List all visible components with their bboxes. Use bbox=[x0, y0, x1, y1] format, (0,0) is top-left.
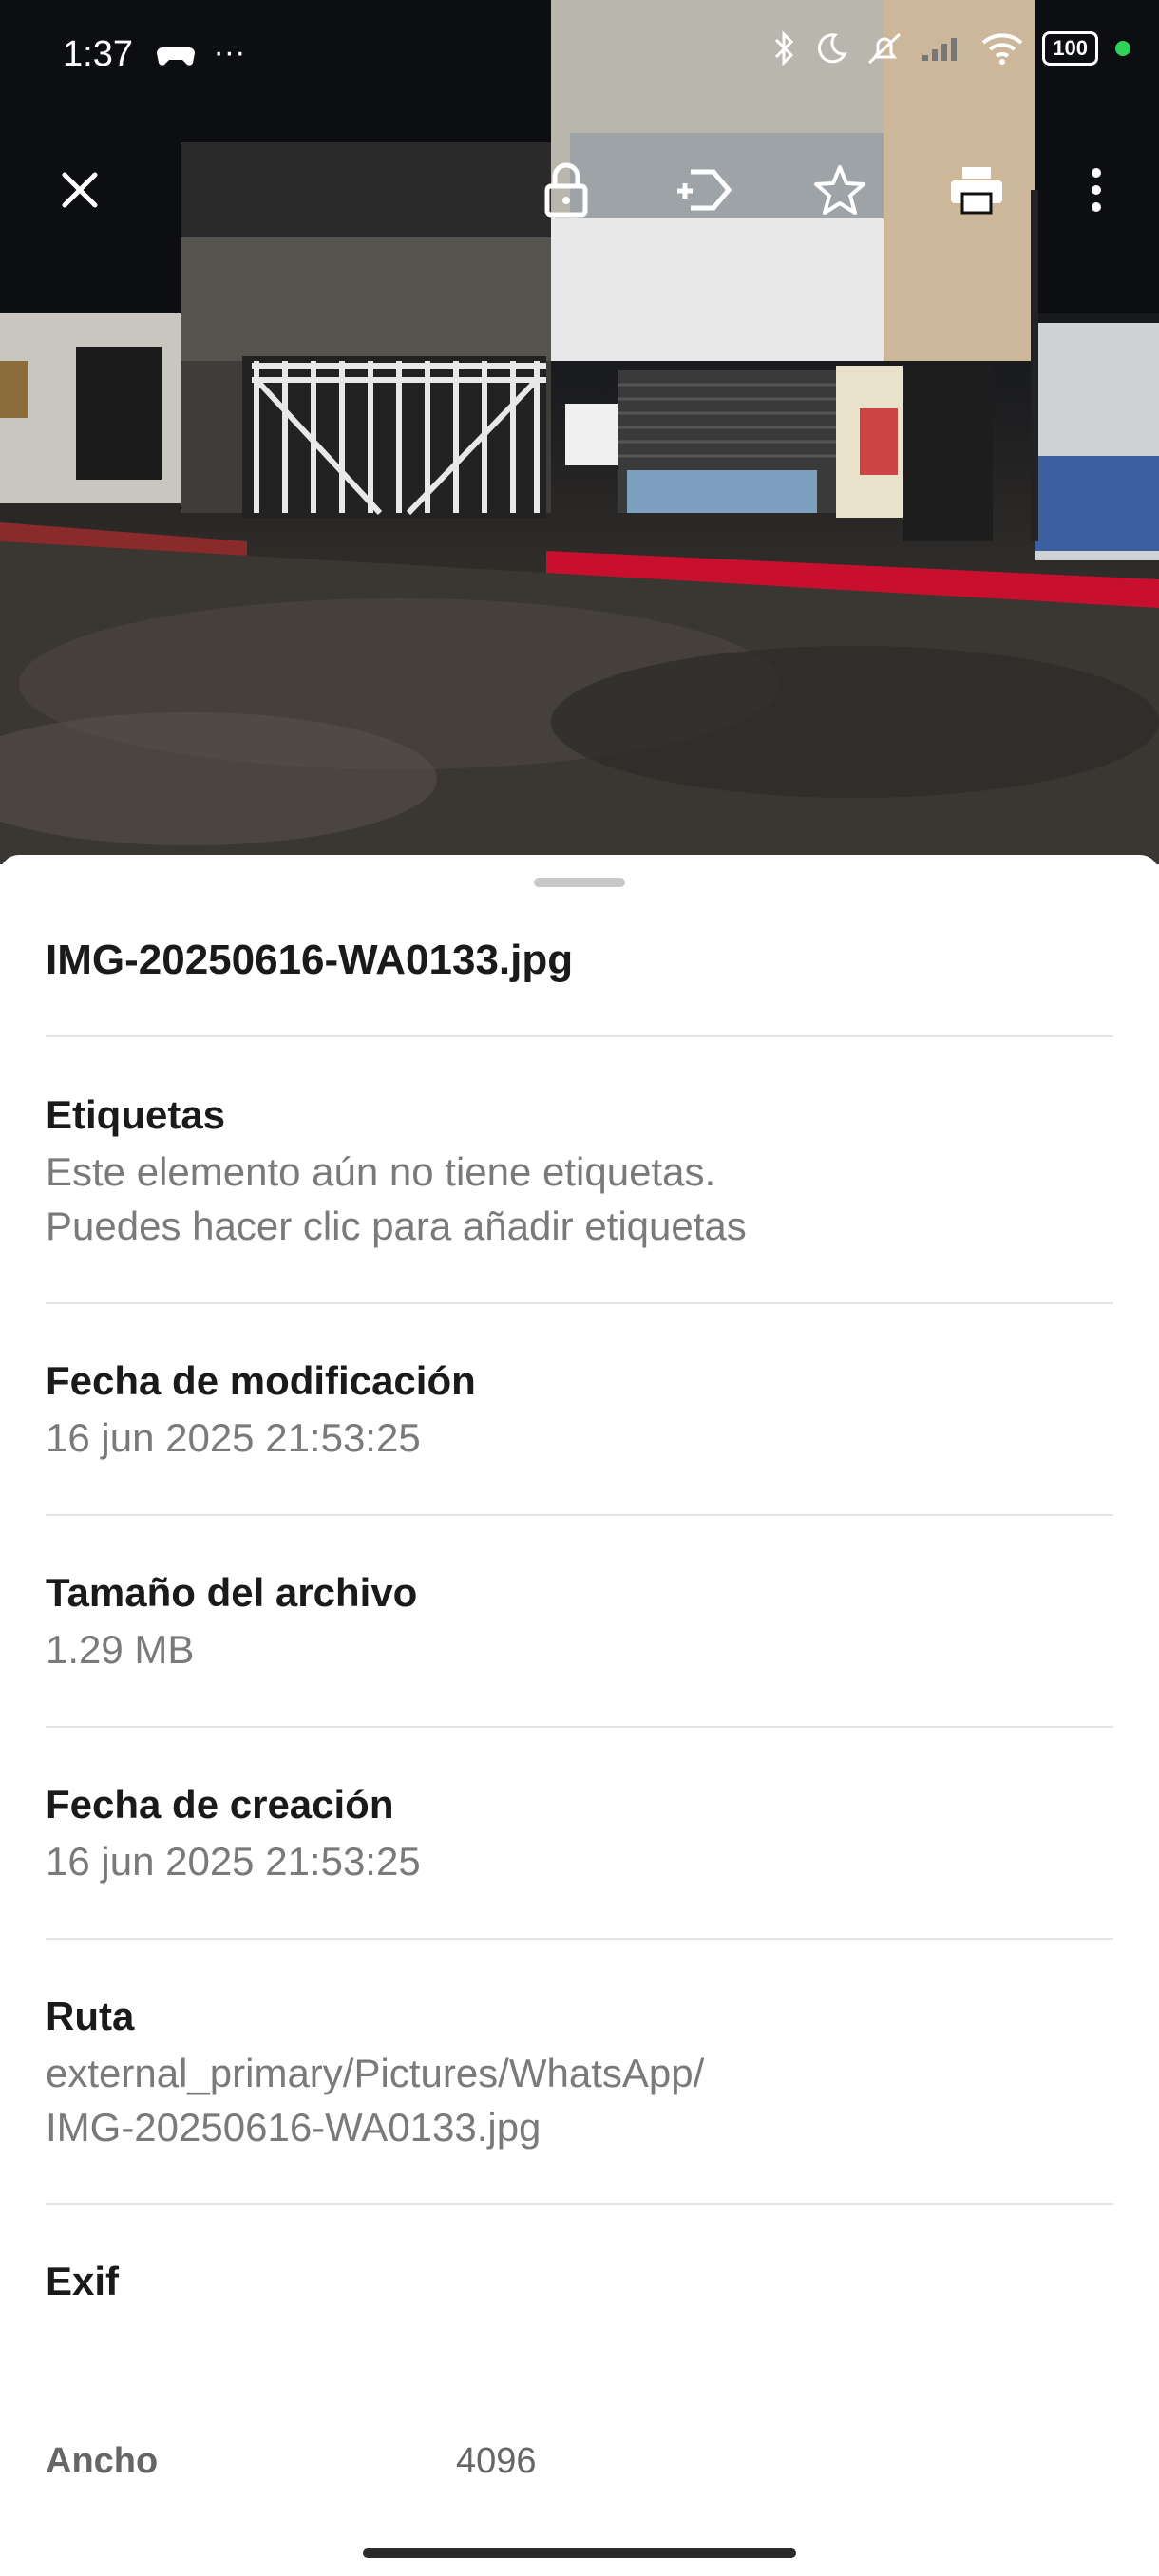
sheet-drag-handle[interactable] bbox=[534, 878, 625, 887]
status-bar: 1:37 ··· 100 bbox=[0, 0, 1159, 114]
divider bbox=[46, 1938, 1113, 1940]
path-value-line1: external_primary/Pictures/WhatsApp/ bbox=[46, 2051, 705, 2095]
file-name: IMG-20250616-WA0133.jpg bbox=[46, 937, 574, 983]
wifi-icon bbox=[981, 33, 1023, 65]
created-date-value: 16 jun 2025 21:53:25 bbox=[46, 1839, 421, 1884]
print-icon bbox=[951, 167, 1002, 215]
created-date-title: Fecha de creación bbox=[46, 1782, 394, 1827]
divider bbox=[46, 1302, 1113, 1304]
tags-empty-line2: Puedes hacer clic para añadir etiquetas bbox=[46, 1203, 747, 1248]
star-icon bbox=[814, 165, 865, 215]
do-not-disturb-moon-icon bbox=[818, 33, 847, 64]
photo-viewer[interactable]: 1:37 ··· 100 bbox=[0, 0, 1159, 864]
details-sheet[interactable]: IMG-20250616-WA0133.jpg Etiquetas Este e… bbox=[0, 855, 1159, 2576]
status-right-icons: 100 bbox=[772, 30, 1130, 66]
lock-icon bbox=[544, 162, 588, 218]
photo-image bbox=[0, 0, 1159, 864]
path-value-line2: IMG-20250616-WA0133.jpg bbox=[46, 2105, 542, 2150]
label-add-icon bbox=[677, 169, 732, 211]
exif-title: Exif bbox=[46, 2259, 120, 2303]
status-time: 1:37 bbox=[63, 34, 133, 74]
favorite-button[interactable] bbox=[802, 142, 878, 237]
more-options-button[interactable] bbox=[1058, 142, 1134, 237]
more-vert-icon bbox=[1092, 168, 1101, 212]
file-size-title: Tamaño del archivo bbox=[46, 1570, 418, 1615]
tags-title: Etiquetas bbox=[46, 1092, 226, 1137]
muted-bell-icon bbox=[868, 32, 902, 65]
divider bbox=[46, 2203, 1113, 2205]
privacy-indicator-dot bbox=[1115, 41, 1130, 56]
exif-width-value: 4096 bbox=[456, 2441, 537, 2481]
file-size-value: 1.29 MB bbox=[46, 1627, 195, 1672]
modified-date-value: 16 jun 2025 21:53:25 bbox=[46, 1415, 421, 1460]
close-button[interactable] bbox=[42, 142, 118, 237]
tags-empty-line1: Este elemento aún no tiene etiquetas. bbox=[46, 1149, 716, 1194]
signal-off-icon bbox=[922, 38, 958, 61]
modified-date-title: Fecha de modificación bbox=[46, 1358, 476, 1403]
viewer-toolbar bbox=[0, 142, 1159, 237]
gesture-home-bar[interactable] bbox=[363, 2548, 796, 2558]
close-icon bbox=[62, 172, 98, 208]
bluetooth-icon bbox=[775, 30, 794, 66]
status-more-dots: ··· bbox=[213, 34, 246, 70]
divider bbox=[46, 1514, 1113, 1516]
game-controller-icon bbox=[157, 47, 195, 66]
battery-indicator: 100 bbox=[1042, 31, 1098, 66]
print-button[interactable] bbox=[939, 142, 1015, 237]
path-title: Ruta bbox=[46, 1994, 135, 2038]
divider bbox=[46, 1035, 1113, 1037]
status-notification-icons: ··· bbox=[157, 34, 245, 71]
divider bbox=[46, 1726, 1113, 1728]
add-label-button[interactable] bbox=[665, 142, 741, 237]
lock-button[interactable] bbox=[528, 142, 604, 237]
exif-width-label: Ancho bbox=[46, 2441, 159, 2481]
